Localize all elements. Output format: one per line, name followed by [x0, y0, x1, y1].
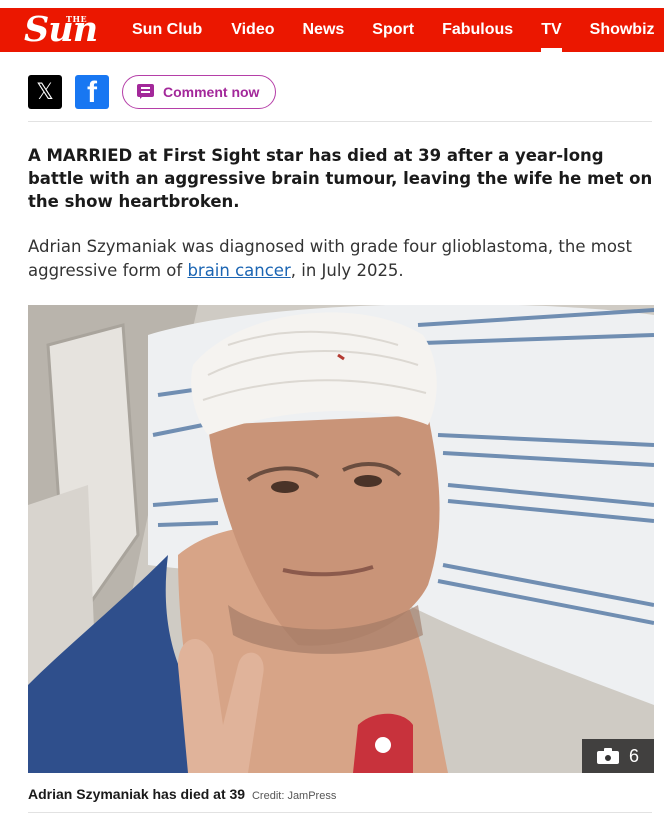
nav-item-sun-club[interactable]: Sun Club	[132, 8, 202, 52]
brain-cancer-link[interactable]: brain cancer	[187, 261, 290, 280]
caption-text: Adrian Szymaniak has died at 39	[28, 786, 246, 802]
share-bar: 𝕏 f Comment now	[28, 74, 277, 110]
image-caption: Adrian Szymaniak has died at 39 Credit: …	[28, 786, 654, 802]
article-paragraph: Adrian Szymaniak was diagnosed with grad…	[28, 235, 654, 283]
divider	[28, 812, 652, 813]
paragraph-text-end: , in July 2025.	[290, 261, 404, 280]
nav-item-video[interactable]: Video	[231, 8, 274, 52]
nav-item-sport[interactable]: Sport	[372, 8, 414, 52]
comment-now-button[interactable]: Comment now	[122, 75, 277, 109]
article-photo[interactable]: 6	[28, 305, 654, 773]
site-header: Sun THE Sun Club Video News Sport Fabulo…	[0, 0, 664, 60]
gallery-count-badge[interactable]: 6	[582, 739, 654, 773]
comment-bubble-icon	[137, 84, 155, 100]
logo-superscript: THE	[66, 14, 88, 24]
x-logo-icon[interactable]: 𝕏	[28, 75, 62, 109]
nav-item-fabulous[interactable]: Fabulous	[442, 8, 513, 52]
caption-credit: Credit: JamPress	[251, 790, 337, 802]
divider	[28, 121, 652, 122]
nav-items: Sun Club Video News Sport Fabulous TV Sh…	[132, 8, 655, 52]
nav-item-news[interactable]: News	[303, 8, 345, 52]
hospital-selfie-image	[28, 305, 654, 773]
comment-now-label: Comment now	[163, 84, 260, 100]
main-navigation: Sun THE Sun Club Video News Sport Fabulo…	[0, 8, 664, 52]
nav-item-showbiz[interactable]: Showbiz	[590, 8, 655, 52]
facebook-icon[interactable]: f	[75, 75, 109, 109]
nav-item-tv[interactable]: TV	[541, 8, 563, 52]
gallery-count: 6	[628, 745, 639, 766]
camera-icon	[596, 748, 619, 764]
article-standfirst: A MARRIED at First Sight star has died a…	[28, 146, 653, 211]
the-sun-logo[interactable]: Sun THE	[22, 10, 116, 50]
